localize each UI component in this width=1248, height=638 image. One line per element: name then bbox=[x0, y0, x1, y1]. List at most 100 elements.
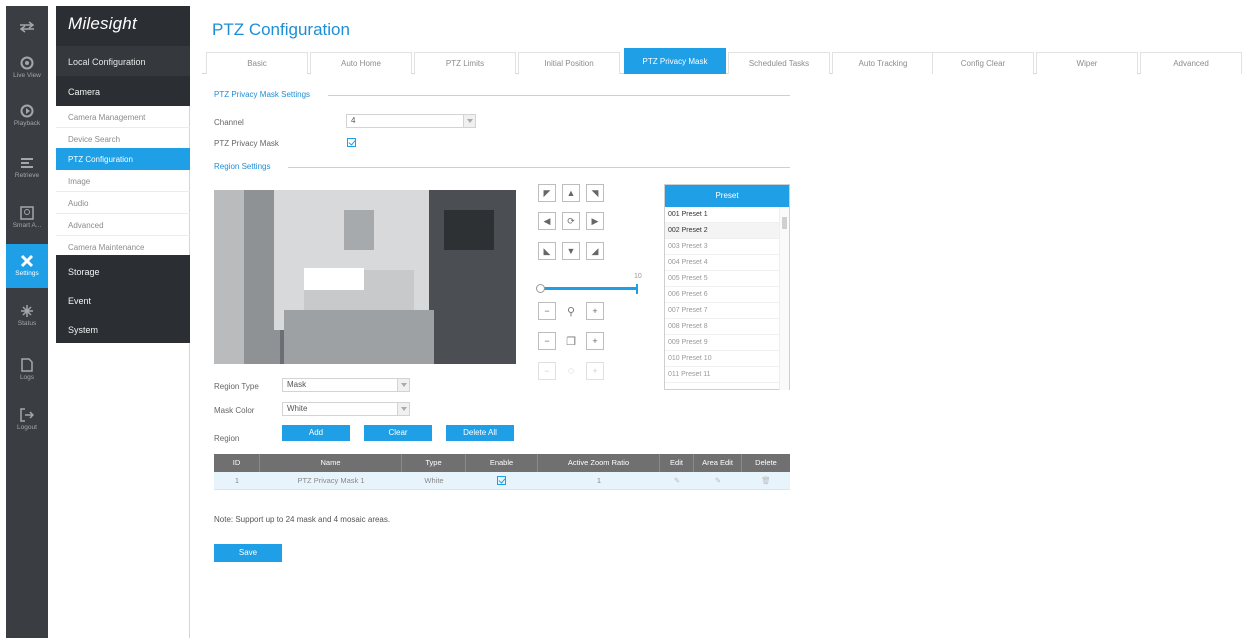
scroll-thumb[interactable] bbox=[782, 217, 787, 229]
preset-header: Preset bbox=[665, 185, 789, 207]
preset-item[interactable]: 008 Preset 8 bbox=[665, 319, 779, 335]
preset-item[interactable]: 011 Preset 11 bbox=[665, 367, 779, 383]
ptz-auto-scan-button[interactable]: ⟳ bbox=[562, 212, 580, 230]
preset-item[interactable]: 009 Preset 9 bbox=[665, 335, 779, 351]
swap-arrows-icon bbox=[19, 20, 35, 34]
column-header: Enable bbox=[466, 454, 538, 472]
settings-menu: Milesight Local Configuration Camera Cam… bbox=[56, 6, 190, 638]
zoom-out-button[interactable]: − bbox=[538, 302, 556, 320]
clear-region-button[interactable]: Clear bbox=[364, 425, 432, 441]
focus-near-button[interactable]: − bbox=[538, 332, 556, 350]
ptz-left-button[interactable]: ◀ bbox=[538, 212, 556, 230]
privacy-mask-checkbox[interactable] bbox=[347, 138, 356, 147]
retrieve-icon bbox=[19, 156, 35, 170]
video-preview[interactable] bbox=[214, 190, 516, 364]
channel-select[interactable]: 4 bbox=[346, 114, 476, 128]
logs-icon bbox=[19, 358, 35, 372]
menu-system[interactable]: System bbox=[56, 314, 190, 344]
tab-auto-home[interactable]: Auto Home bbox=[310, 52, 412, 74]
row-name: PTZ Privacy Mask 1 bbox=[297, 476, 365, 485]
privacy-mask-region[interactable] bbox=[304, 268, 364, 290]
rail-item-live-view[interactable]: Live View bbox=[6, 56, 48, 100]
menu-storage[interactable]: Storage bbox=[56, 256, 190, 286]
region-type-select[interactable]: Mask bbox=[282, 378, 410, 392]
trash-icon[interactable]: 🗑 bbox=[761, 476, 771, 485]
rail-label: Retrieve bbox=[14, 172, 40, 179]
ptz-down-button[interactable]: ▼ bbox=[562, 242, 580, 260]
iris-open-button[interactable]: + bbox=[586, 362, 604, 380]
menu-advanced[interactable]: Advanced bbox=[56, 214, 190, 236]
iris-close-button[interactable]: − bbox=[538, 362, 556, 380]
rail-label: Smart A... bbox=[12, 222, 42, 229]
row-type: White bbox=[424, 476, 444, 485]
region-label: Region bbox=[214, 434, 240, 443]
speed-slider[interactable] bbox=[536, 284, 640, 294]
menu-local-configuration[interactable]: Local Configuration bbox=[56, 46, 190, 76]
row-delete: 🗑 bbox=[742, 472, 790, 490]
mask-color-select[interactable]: White bbox=[282, 402, 410, 416]
tab-initial-position[interactable]: Initial Position bbox=[518, 52, 620, 74]
menu-camera-management[interactable]: Camera Management bbox=[56, 106, 190, 128]
preset-item[interactable]: 002 Preset 2 bbox=[665, 223, 779, 239]
preset-item[interactable]: 006 Preset 6 bbox=[665, 287, 779, 303]
tab-ptz-limits[interactable]: PTZ Limits bbox=[414, 52, 516, 74]
smart-analysis-icon bbox=[19, 206, 35, 220]
rail-item-status[interactable]: Status bbox=[6, 304, 48, 348]
preset-item[interactable]: 005 Preset 5 bbox=[665, 271, 779, 287]
chevron-down-icon bbox=[397, 403, 409, 415]
preset-scrollbar[interactable] bbox=[779, 207, 789, 390]
row-id: 1 bbox=[234, 476, 240, 485]
rail-item-logs[interactable]: Logs bbox=[6, 358, 48, 402]
menu-image[interactable]: Image bbox=[56, 170, 190, 192]
speed-slider-end bbox=[636, 284, 638, 294]
tab-scheduled-tasks[interactable]: Scheduled Tasks bbox=[728, 52, 830, 74]
preset-item[interactable]: 003 Preset 3 bbox=[665, 239, 779, 255]
edit-icon[interactable]: ✎ bbox=[674, 476, 680, 485]
add-region-button[interactable]: Add bbox=[282, 425, 350, 441]
speed-slider-track bbox=[542, 287, 638, 290]
rail-label: Settings bbox=[15, 270, 39, 277]
logout-icon bbox=[19, 408, 35, 422]
zoom-in-button[interactable]: + bbox=[586, 302, 604, 320]
tab-advanced[interactable]: Advanced bbox=[1140, 52, 1242, 74]
menu-ptz-configuration[interactable]: PTZ Configuration bbox=[56, 148, 190, 170]
ptz-up-button[interactable]: ▲ bbox=[562, 184, 580, 202]
rail-item-logout[interactable]: Logout bbox=[6, 408, 48, 452]
section-divider bbox=[288, 167, 790, 168]
speed-slider-handle[interactable] bbox=[536, 284, 545, 293]
ptz-right-button[interactable]: ▶ bbox=[586, 212, 604, 230]
focus-far-button[interactable]: + bbox=[586, 332, 604, 350]
menu-device-search[interactable]: Device Search bbox=[56, 128, 190, 150]
rail-item-settings[interactable]: Settings bbox=[6, 244, 48, 288]
ptz-down-left-button[interactable]: ◣ bbox=[538, 242, 556, 260]
row-enable bbox=[466, 472, 538, 490]
tab-config-clear[interactable]: Config Clear bbox=[932, 52, 1034, 74]
rail-item-playback[interactable]: Playback bbox=[6, 104, 48, 148]
tab-basic[interactable]: Basic bbox=[206, 52, 308, 74]
rail-label: Status bbox=[17, 320, 37, 327]
section-region-settings: Region Settings bbox=[214, 162, 271, 171]
menu-audio[interactable]: Audio bbox=[56, 192, 190, 214]
support-note: Note: Support up to 24 mask and 4 mosaic… bbox=[214, 515, 391, 524]
enable-checkbox[interactable] bbox=[497, 476, 506, 485]
menu-camera[interactable]: Camera bbox=[56, 76, 190, 106]
preset-item[interactable]: 004 Preset 4 bbox=[665, 255, 779, 271]
preset-item[interactable]: 001 Preset 1 bbox=[665, 207, 779, 223]
menu-event[interactable]: Event bbox=[56, 285, 190, 315]
tab-ptz-privacy-mask[interactable]: PTZ Privacy Mask bbox=[624, 48, 726, 74]
ptz-up-left-button[interactable]: ◤ bbox=[538, 184, 556, 202]
area-edit-icon[interactable]: ✎ bbox=[715, 476, 721, 485]
rail-item-retrieve[interactable]: Retrieve bbox=[6, 156, 48, 200]
tab-wiper[interactable]: Wiper bbox=[1036, 52, 1138, 74]
privacy-mask-label: PTZ Privacy Mask bbox=[214, 139, 279, 148]
ptz-up-right-button[interactable]: ◥ bbox=[586, 184, 604, 202]
preset-item[interactable]: 007 Preset 7 bbox=[665, 303, 779, 319]
preset-item[interactable]: 010 Preset 10 bbox=[665, 351, 779, 367]
ptz-down-right-button[interactable]: ◢ bbox=[586, 242, 604, 260]
focus-icon: ❐ bbox=[566, 335, 576, 348]
table-row[interactable]: 1 PTZ Privacy Mask 1 White 1 ✎ ✎ 🗑 bbox=[214, 472, 790, 490]
delete-all-button[interactable]: Delete All bbox=[446, 425, 514, 441]
save-button[interactable]: Save bbox=[214, 544, 282, 562]
tab-auto-tracking[interactable]: Auto Tracking bbox=[832, 52, 934, 74]
column-header: Active Zoom Ratio bbox=[538, 454, 660, 472]
